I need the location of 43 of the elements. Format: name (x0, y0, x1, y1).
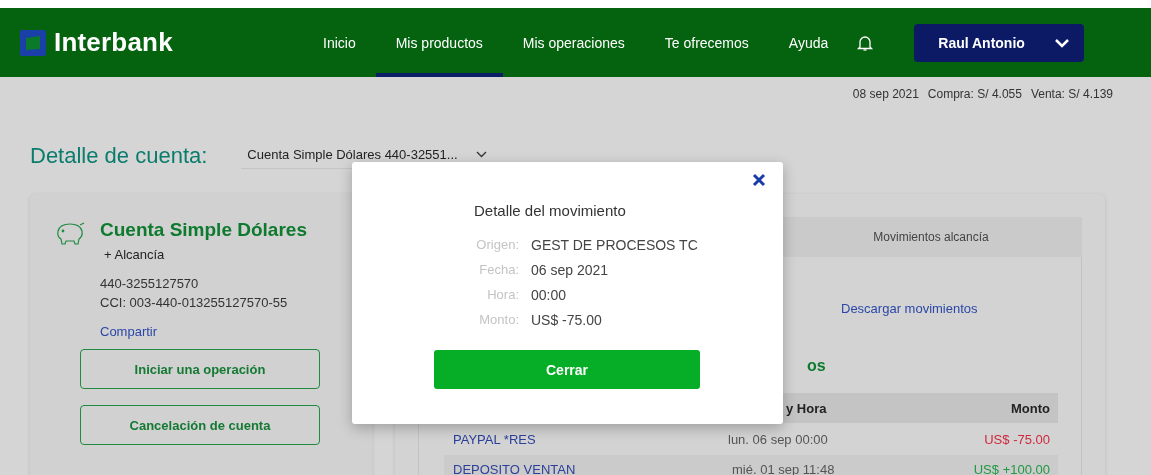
user-menu-button[interactable]: Raul Antonio (914, 23, 1085, 62)
table-cell-text: US$ +100.00 (972, 461, 1051, 475)
tab[interactable]: Movimientos alcancía (780, 217, 1082, 257)
column-header: y Hora (785, 400, 828, 416)
share-link[interactable]: Compartir (100, 324, 307, 339)
chevron-down-icon (1054, 37, 1071, 48)
cci-number: CCI: 003-440-013255127570-55 (100, 294, 289, 312)
table-cell-text: PAYPAL *RES (452, 431, 537, 447)
field-value: GEST DE PROCESOS TC (531, 237, 699, 253)
download-link[interactable]: Descargar movimientos (841, 301, 978, 316)
page-title: Detalle de cuenta: (30, 143, 208, 169)
table-cell-text: lun. 06 sep 00:00 (727, 431, 829, 447)
field-value: 00:00 (531, 287, 568, 303)
logo-text: Interbank (54, 27, 173, 58)
field-value: 06 sep 2021 (531, 262, 610, 278)
close-icon (751, 172, 767, 188)
section-heading: os (807, 357, 826, 374)
account-number: 440-3255127570 (100, 275, 200, 293)
exchange-rate-text: Venta: S/ 4.139 (1030, 87, 1113, 101)
account-name: Cuenta Simple Dólares (100, 219, 307, 241)
bell-icon[interactable] (856, 33, 875, 52)
column-header: Monto (1010, 400, 1051, 416)
nav-link[interactable]: Mis productos (375, 8, 503, 77)
exchange-rate-text: Compra: S/ 4.055 (927, 87, 1022, 101)
exchange-rate-text: 08 sep 2021 (852, 87, 919, 101)
field-label: Origen: (475, 237, 519, 253)
nav-link[interactable]: Te ofrecemos (644, 8, 769, 77)
table-cell-text: DEPOSITO VENTAN (452, 461, 577, 475)
table-cell-text: US$ -75.00 (983, 431, 1051, 447)
dialog-title: Detalle del movimiento (473, 201, 627, 219)
nav-link[interactable]: Ayuda (768, 8, 849, 77)
logo-icon (20, 29, 46, 56)
field-label: Hora: (486, 287, 519, 303)
field-label: Monto: (478, 312, 519, 328)
field-label: Fecha: (478, 262, 519, 278)
action-button[interactable]: Iniciar una operación (80, 349, 320, 389)
action-button[interactable]: Cancelación de cuenta (80, 405, 320, 445)
close-button[interactable] (751, 172, 767, 188)
nav-link[interactable]: Inicio (303, 8, 376, 77)
field-value: US$ -75.00 (531, 312, 603, 328)
chevron-down-icon (475, 151, 487, 158)
nav-link[interactable]: Mis operaciones (502, 8, 645, 77)
account-subtitle: + Alcancía (104, 247, 166, 262)
